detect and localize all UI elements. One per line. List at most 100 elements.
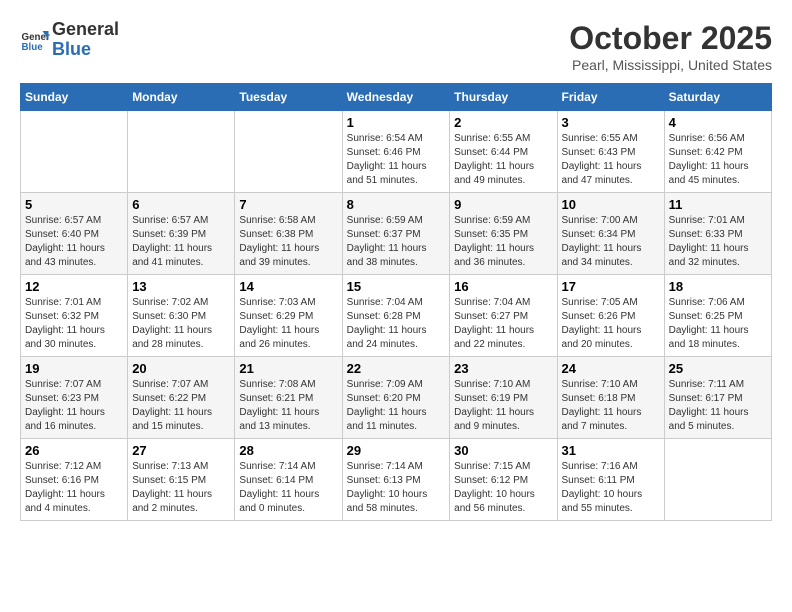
calendar-cell bbox=[664, 439, 771, 521]
weekday-header-wednesday: Wednesday bbox=[342, 84, 450, 111]
day-info: Sunrise: 6:54 AM Sunset: 6:46 PM Dayligh… bbox=[347, 132, 446, 188]
calendar-cell: 19 Sunrise: 7:07 AM Sunset: 6:23 PM Dayli… bbox=[21, 357, 128, 439]
day-info: Sunrise: 6:55 AM Sunset: 6:43 PM Dayligh… bbox=[562, 132, 660, 188]
calendar-cell: 15 Sunrise: 7:04 AM Sunset: 6:28 PM Dayli… bbox=[342, 275, 450, 357]
day-info: Sunrise: 7:00 AM Sunset: 6:34 PM Dayligh… bbox=[562, 214, 660, 270]
calendar-cell: 31 Sunrise: 7:16 AM Sunset: 6:11 PM Dayli… bbox=[557, 439, 664, 521]
weekday-header-tuesday: Tuesday bbox=[235, 84, 342, 111]
calendar-cell: 25Sunrise: 7:11 AM Sunset: 6:17 PM Dayli… bbox=[664, 357, 771, 439]
calendar-cell bbox=[21, 111, 128, 193]
calendar-cell: 7 Sunrise: 6:58 AM Sunset: 6:38 PM Daylig… bbox=[235, 193, 342, 275]
calendar-cell: 17 Sunrise: 7:05 AM Sunset: 6:26 PM Dayli… bbox=[557, 275, 664, 357]
day-number: 3 bbox=[562, 115, 660, 130]
month-title: October 2025 bbox=[569, 20, 772, 57]
calendar-cell: 30Sunrise: 7:15 AM Sunset: 6:12 PM Dayli… bbox=[450, 439, 557, 521]
day-info: Sunrise: 7:15 AM Sunset: 6:12 PM Dayligh… bbox=[454, 460, 552, 516]
day-info: Sunrise: 7:05 AM Sunset: 6:26 PM Dayligh… bbox=[562, 296, 660, 352]
day-number: 13 bbox=[132, 279, 230, 294]
day-number: 27 bbox=[132, 443, 230, 458]
day-info: Sunrise: 7:13 AM Sunset: 6:15 PM Dayligh… bbox=[132, 460, 230, 516]
calendar-cell bbox=[235, 111, 342, 193]
day-info: Sunrise: 6:55 AM Sunset: 6:44 PM Dayligh… bbox=[454, 132, 552, 188]
calendar-cell: 20 Sunrise: 7:07 AM Sunset: 6:22 PM Dayli… bbox=[128, 357, 235, 439]
calendar-cell: 11Sunrise: 7:01 AM Sunset: 6:33 PM Dayli… bbox=[664, 193, 771, 275]
day-info: Sunrise: 6:59 AM Sunset: 6:35 PM Dayligh… bbox=[454, 214, 552, 270]
calendar-cell: 8Sunrise: 6:59 AM Sunset: 6:37 PM Daylig… bbox=[342, 193, 450, 275]
day-number: 21 bbox=[239, 361, 337, 376]
calendar-cell: 1 Sunrise: 6:54 AM Sunset: 6:46 PM Daylig… bbox=[342, 111, 450, 193]
calendar-table: SundayMondayTuesdayWednesdayThursdayFrid… bbox=[20, 83, 772, 521]
day-number: 31 bbox=[562, 443, 660, 458]
day-number: 23 bbox=[454, 361, 552, 376]
day-number: 12 bbox=[25, 279, 123, 294]
day-number: 5 bbox=[25, 197, 123, 212]
day-number: 28 bbox=[239, 443, 337, 458]
calendar-cell: 23 Sunrise: 7:10 AM Sunset: 6:19 PM Dayli… bbox=[450, 357, 557, 439]
day-info: Sunrise: 6:59 AM Sunset: 6:37 PM Dayligh… bbox=[347, 214, 446, 270]
day-number: 29 bbox=[347, 443, 446, 458]
day-info: Sunrise: 7:09 AM Sunset: 6:20 PM Dayligh… bbox=[347, 378, 446, 434]
weekday-header-friday: Friday bbox=[557, 84, 664, 111]
calendar-cell: 13 Sunrise: 7:02 AM Sunset: 6:30 PM Dayli… bbox=[128, 275, 235, 357]
calendar-cell: 26Sunrise: 7:12 AM Sunset: 6:16 PM Dayli… bbox=[21, 439, 128, 521]
logo-text: General Blue bbox=[52, 20, 119, 60]
calendar-cell: 3 Sunrise: 6:55 AM Sunset: 6:43 PM Daylig… bbox=[557, 111, 664, 193]
day-number: 19 bbox=[25, 361, 123, 376]
day-number: 16 bbox=[454, 279, 552, 294]
day-number: 7 bbox=[239, 197, 337, 212]
day-info: Sunrise: 6:58 AM Sunset: 6:38 PM Dayligh… bbox=[239, 214, 337, 270]
weekday-header-thursday: Thursday bbox=[450, 84, 557, 111]
day-number: 17 bbox=[562, 279, 660, 294]
weekday-header-row: SundayMondayTuesdayWednesdayThursdayFrid… bbox=[21, 84, 772, 111]
weekday-header-sunday: Sunday bbox=[21, 84, 128, 111]
day-info: Sunrise: 7:16 AM Sunset: 6:11 PM Dayligh… bbox=[562, 460, 660, 516]
calendar-cell: 29 Sunrise: 7:14 AM Sunset: 6:13 PM Dayli… bbox=[342, 439, 450, 521]
calendar-cell: 10 Sunrise: 7:00 AM Sunset: 6:34 PM Dayli… bbox=[557, 193, 664, 275]
day-number: 24 bbox=[562, 361, 660, 376]
day-info: Sunrise: 6:57 AM Sunset: 6:39 PM Dayligh… bbox=[132, 214, 230, 270]
week-row-5: 26Sunrise: 7:12 AM Sunset: 6:16 PM Dayli… bbox=[21, 439, 772, 521]
title-block: October 2025 Pearl, Mississippi, United … bbox=[569, 20, 772, 73]
calendar-cell: 9 Sunrise: 6:59 AM Sunset: 6:35 PM Daylig… bbox=[450, 193, 557, 275]
weekday-header-saturday: Saturday bbox=[664, 84, 771, 111]
calendar-cell: 18Sunrise: 7:06 AM Sunset: 6:25 PM Dayli… bbox=[664, 275, 771, 357]
svg-text:Blue: Blue bbox=[22, 42, 44, 53]
day-info: Sunrise: 7:07 AM Sunset: 6:22 PM Dayligh… bbox=[132, 378, 230, 434]
location: Pearl, Mississippi, United States bbox=[569, 57, 772, 73]
day-info: Sunrise: 7:06 AM Sunset: 6:25 PM Dayligh… bbox=[669, 296, 767, 352]
day-info: Sunrise: 7:10 AM Sunset: 6:19 PM Dayligh… bbox=[454, 378, 552, 434]
calendar-cell: 4Sunrise: 6:56 AM Sunset: 6:42 PM Daylig… bbox=[664, 111, 771, 193]
day-number: 15 bbox=[347, 279, 446, 294]
day-info: Sunrise: 7:11 AM Sunset: 6:17 PM Dayligh… bbox=[669, 378, 767, 434]
calendar-cell: 21 Sunrise: 7:08 AM Sunset: 6:21 PM Dayli… bbox=[235, 357, 342, 439]
day-info: Sunrise: 7:10 AM Sunset: 6:18 PM Dayligh… bbox=[562, 378, 660, 434]
day-info: Sunrise: 7:14 AM Sunset: 6:14 PM Dayligh… bbox=[239, 460, 337, 516]
day-info: Sunrise: 7:07 AM Sunset: 6:23 PM Dayligh… bbox=[25, 378, 123, 434]
calendar-cell: 12 Sunrise: 7:01 AM Sunset: 6:32 PM Dayli… bbox=[21, 275, 128, 357]
week-row-4: 19 Sunrise: 7:07 AM Sunset: 6:23 PM Dayli… bbox=[21, 357, 772, 439]
day-info: Sunrise: 7:02 AM Sunset: 6:30 PM Dayligh… bbox=[132, 296, 230, 352]
logo: General Blue General Blue bbox=[20, 20, 119, 60]
day-info: Sunrise: 7:03 AM Sunset: 6:29 PM Dayligh… bbox=[239, 296, 337, 352]
calendar-cell: 2Sunrise: 6:55 AM Sunset: 6:44 PM Daylig… bbox=[450, 111, 557, 193]
day-info: Sunrise: 7:08 AM Sunset: 6:21 PM Dayligh… bbox=[239, 378, 337, 434]
day-number: 9 bbox=[454, 197, 552, 212]
day-info: Sunrise: 7:04 AM Sunset: 6:28 PM Dayligh… bbox=[347, 296, 446, 352]
day-number: 1 bbox=[347, 115, 446, 130]
day-info: Sunrise: 7:12 AM Sunset: 6:16 PM Dayligh… bbox=[25, 460, 123, 516]
calendar-cell: 6Sunrise: 6:57 AM Sunset: 6:39 PM Daylig… bbox=[128, 193, 235, 275]
day-info: Sunrise: 7:01 AM Sunset: 6:32 PM Dayligh… bbox=[25, 296, 123, 352]
weekday-header-monday: Monday bbox=[128, 84, 235, 111]
day-info: Sunrise: 7:04 AM Sunset: 6:27 PM Dayligh… bbox=[454, 296, 552, 352]
day-number: 4 bbox=[669, 115, 767, 130]
day-number: 11 bbox=[669, 197, 767, 212]
calendar-cell: 16 Sunrise: 7:04 AM Sunset: 6:27 PM Dayli… bbox=[450, 275, 557, 357]
calendar-cell: 27 Sunrise: 7:13 AM Sunset: 6:15 PM Dayli… bbox=[128, 439, 235, 521]
week-row-2: 5Sunrise: 6:57 AM Sunset: 6:40 PM Daylig… bbox=[21, 193, 772, 275]
day-number: 10 bbox=[562, 197, 660, 212]
week-row-1: 1 Sunrise: 6:54 AM Sunset: 6:46 PM Daylig… bbox=[21, 111, 772, 193]
day-number: 20 bbox=[132, 361, 230, 376]
day-info: Sunrise: 7:14 AM Sunset: 6:13 PM Dayligh… bbox=[347, 460, 446, 516]
calendar-cell: 22Sunrise: 7:09 AM Sunset: 6:20 PM Dayli… bbox=[342, 357, 450, 439]
calendar-cell: 24 Sunrise: 7:10 AM Sunset: 6:18 PM Dayli… bbox=[557, 357, 664, 439]
